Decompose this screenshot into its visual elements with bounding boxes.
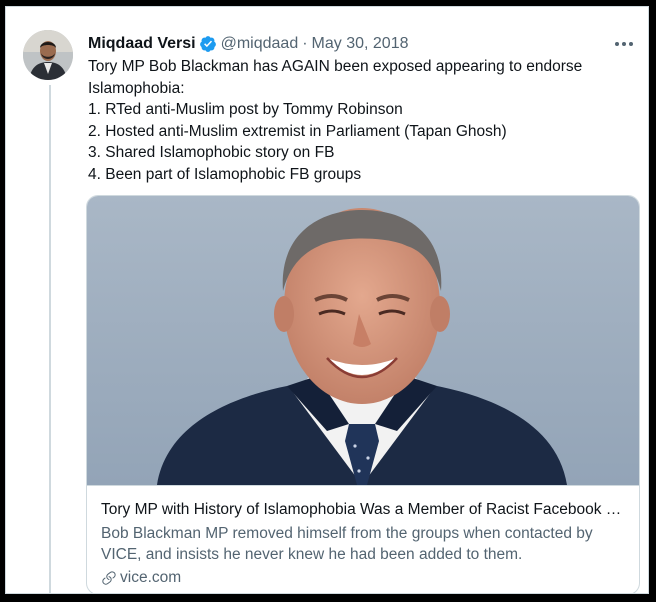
header-separator: · [302,35,308,52]
author-handle[interactable]: @miqdaad [221,35,299,53]
link-preview-card[interactable]: Tory MP with History of Islamophobia Was… [86,195,640,593]
verified-badge-icon [199,36,216,52]
thread-line [49,85,51,593]
tweet-container: Miqdaad Versi @miqdaad · May 30, 2018 To… [5,6,649,594]
card-description-line: Bob Blackman MP removed himself from the… [101,525,593,542]
tweet-text-line: Tory MP Bob Blackman has AGAIN been expo… [88,58,583,75]
link-icon [102,571,116,585]
author-name[interactable]: Miqdaad Versi [88,35,196,53]
card-description: Bob Blackman MP removed himself from the… [101,523,626,565]
tweet-text-line: 2. Hosted anti-Muslim extremist in Parli… [88,122,507,140]
tweet-text-line: 4. Been part of Islamophobic FB groups [88,165,362,183]
card-domain-row[interactable]: vice.com [101,569,181,587]
tweet-text-line: Islamophobia: [88,79,185,97]
tweet-header: Miqdaad Versi @miqdaad · May 30, 2018 [88,33,636,55]
tweet-date[interactable]: May 30, 2018 [312,35,409,53]
card-divider [87,485,639,486]
card-description-line: VICE, and insists he never knew he had b… [101,546,523,563]
avatar[interactable] [23,30,73,80]
card-title[interactable]: Tory MP with History of Islamophobia Was… [101,501,626,519]
tweet-text: Tory MP Bob Blackman has AGAIN been expo… [88,56,628,185]
tweet-text-line: 3. Shared Islamophobic story on FB [88,144,335,161]
more-options-icon[interactable] [612,33,636,55]
card-domain[interactable]: vice.com [120,569,181,587]
tweet-text-line: 1. RTed anti-Muslim post by Tommy Robins… [88,101,403,118]
card-image [87,196,639,485]
